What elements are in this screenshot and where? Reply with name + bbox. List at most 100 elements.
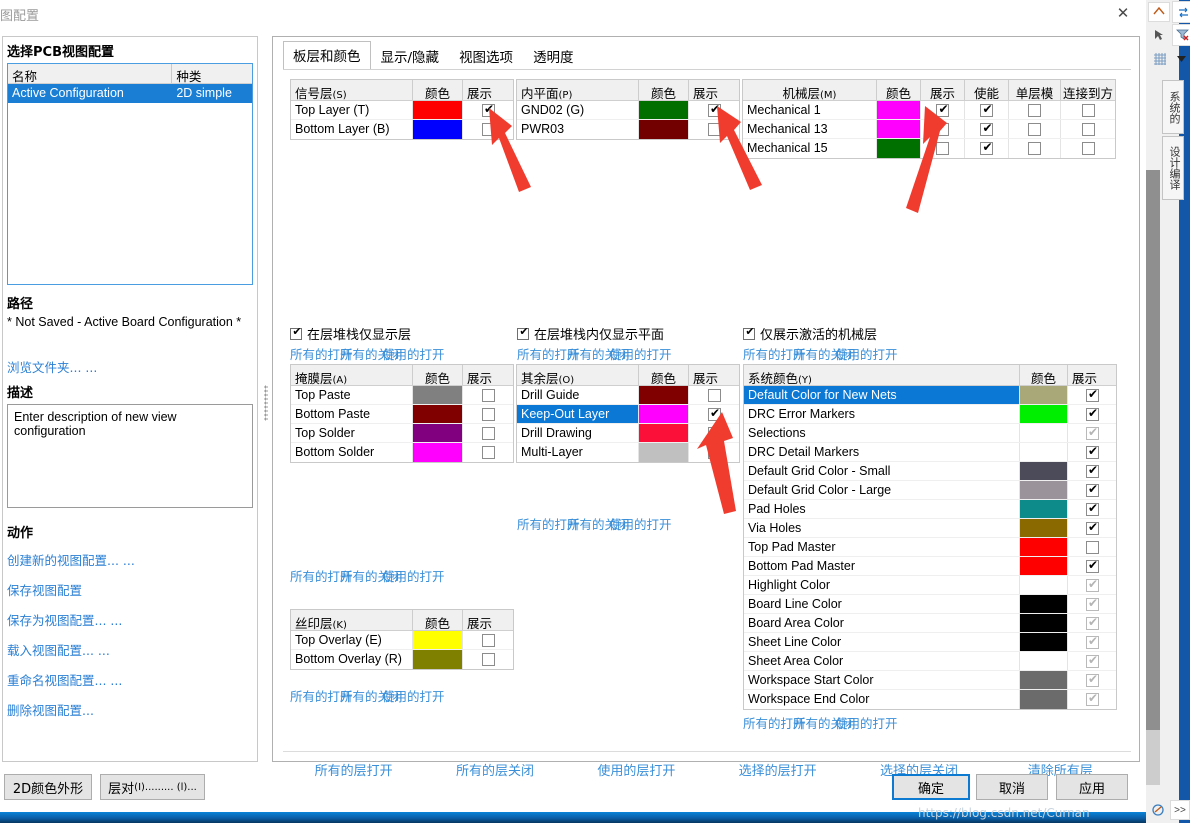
table-row[interactable]: Bottom Overlay (R): [291, 650, 513, 669]
system-color-swatch[interactable]: [1020, 519, 1068, 537]
table-row[interactable]: Bottom Pad Master: [744, 557, 1116, 576]
grid-icon[interactable]: [1148, 48, 1172, 70]
table-row[interactable]: Top Solder: [291, 424, 513, 443]
table-row[interactable]: Bottom Paste: [291, 405, 513, 424]
system-color-show-checkbox[interactable]: [1068, 576, 1116, 594]
system-color-show-checkbox[interactable]: [1068, 633, 1116, 651]
config-row-active[interactable]: Active Configuration 2D simple: [8, 84, 252, 103]
table-row[interactable]: Mechanical 1: [743, 101, 1115, 120]
apply-button[interactable]: 应用: [1056, 774, 1128, 800]
layer-single-layer-checkbox[interactable]: [1009, 120, 1061, 138]
taskbar-icon-more[interactable]: >>: [1170, 800, 1190, 820]
table-row[interactable]: Selections: [744, 424, 1116, 443]
cancel-button[interactable]: 取消: [976, 774, 1048, 800]
layer-color-swatch[interactable]: [877, 101, 921, 119]
layer-connect-checkbox[interactable]: [1061, 120, 1115, 138]
layer-pair-button[interactable]: 层对 (I)......... (l)...: [100, 774, 205, 800]
table-row[interactable]: Pad Holes: [744, 500, 1116, 519]
layer-show-checkbox[interactable]: [689, 101, 739, 119]
link-used-on[interactable]: 使用的打开: [382, 566, 445, 585]
layer-color-swatch[interactable]: [877, 120, 921, 138]
layer-show-checkbox[interactable]: [689, 424, 739, 442]
description-input[interactable]: Enter description of new view configurat…: [7, 404, 253, 508]
close-icon[interactable]: ✕: [1106, 2, 1140, 26]
system-color-swatch[interactable]: [1020, 614, 1068, 632]
table-row[interactable]: Workspace End Color: [744, 690, 1116, 709]
layer-color-swatch[interactable]: [639, 443, 689, 462]
system-color-show-checkbox[interactable]: [1068, 690, 1116, 709]
link-used-on[interactable]: 使用的打开: [609, 514, 672, 533]
layer-enable-checkbox[interactable]: [965, 139, 1009, 158]
option-stack-planes-only[interactable]: 在层堆栈内仅显示平面: [517, 324, 664, 343]
layer-show-checkbox[interactable]: [921, 101, 965, 119]
ok-button[interactable]: 确定: [892, 774, 970, 800]
layer-color-swatch[interactable]: [639, 424, 689, 442]
system-color-swatch[interactable]: [1020, 462, 1068, 480]
layer-color-swatch[interactable]: [639, 120, 689, 139]
table-row[interactable]: Sheet Area Color: [744, 652, 1116, 671]
system-color-show-checkbox[interactable]: [1068, 519, 1116, 537]
dock-scrollbar[interactable]: [1146, 170, 1160, 785]
layer-color-swatch[interactable]: [413, 405, 463, 423]
layer-show-checkbox[interactable]: [463, 443, 513, 462]
system-color-show-checkbox[interactable]: [1068, 652, 1116, 670]
table-row[interactable]: Keep-Out Layer: [517, 405, 739, 424]
system-color-swatch[interactable]: [1020, 595, 1068, 613]
system-color-show-checkbox[interactable]: [1068, 538, 1116, 556]
layer-show-checkbox[interactable]: [463, 120, 513, 139]
table-row[interactable]: Top Layer (T): [291, 101, 513, 120]
table-row[interactable]: GND02 (G): [517, 101, 739, 120]
layer-color-swatch[interactable]: [413, 631, 463, 649]
layer-connect-checkbox[interactable]: [1061, 139, 1115, 158]
action-create-new-view-config[interactable]: 创建新的视图配置... ...: [7, 544, 257, 574]
vertical-tab-system[interactable]: 系统的: [1162, 80, 1184, 134]
system-color-show-checkbox[interactable]: [1068, 405, 1116, 423]
table-row[interactable]: Drill Guide: [517, 386, 739, 405]
tab-transparency[interactable]: 透明度: [523, 42, 584, 70]
system-color-show-checkbox[interactable]: [1068, 595, 1116, 613]
system-color-show-checkbox[interactable]: [1068, 462, 1116, 480]
system-color-show-checkbox[interactable]: [1068, 557, 1116, 575]
table-row[interactable]: Via Holes: [744, 519, 1116, 538]
system-color-swatch[interactable]: [1020, 500, 1068, 518]
table-row[interactable]: Bottom Solder: [291, 443, 513, 462]
layer-show-checkbox[interactable]: [689, 120, 739, 139]
toolbar-icon-a[interactable]: [1148, 2, 1170, 22]
system-color-show-checkbox[interactable]: [1068, 500, 1116, 518]
system-color-swatch[interactable]: [1020, 538, 1068, 556]
layer-color-swatch[interactable]: [413, 650, 463, 669]
layer-single-layer-checkbox[interactable]: [1009, 139, 1061, 158]
system-color-show-checkbox[interactable]: [1068, 386, 1116, 404]
layer-color-swatch[interactable]: [639, 386, 689, 404]
layer-show-checkbox[interactable]: [463, 405, 513, 423]
table-row[interactable]: Bottom Layer (B): [291, 120, 513, 139]
tab-show-hide[interactable]: 显示/隐藏: [371, 42, 450, 70]
system-color-show-checkbox[interactable]: [1068, 671, 1116, 689]
system-color-swatch[interactable]: [1020, 557, 1068, 575]
link-selected-layers-on[interactable]: 选择的层打开: [707, 760, 848, 779]
layer-show-checkbox[interactable]: [689, 443, 739, 462]
layer-color-swatch[interactable]: [413, 101, 463, 119]
table-row[interactable]: DRC Detail Markers: [744, 443, 1116, 462]
system-color-show-checkbox[interactable]: [1068, 614, 1116, 632]
link-used-on[interactable]: 使用的打开: [835, 713, 898, 732]
layer-color-swatch[interactable]: [413, 443, 463, 462]
layer-show-checkbox[interactable]: [921, 139, 965, 158]
layer-show-checkbox[interactable]: [463, 101, 513, 119]
system-color-show-checkbox[interactable]: [1068, 443, 1116, 461]
layer-single-layer-checkbox[interactable]: [1009, 101, 1061, 119]
link-used-on[interactable]: 使用的打开: [382, 686, 445, 705]
system-color-swatch[interactable]: [1020, 443, 1068, 461]
action-load-view-config[interactable]: 载入视图配置... ...: [7, 634, 257, 664]
table-row[interactable]: DRC Error Markers: [744, 405, 1116, 424]
table-row[interactable]: Top Pad Master: [744, 538, 1116, 557]
layer-connect-checkbox[interactable]: [1061, 101, 1115, 119]
tab-board-layers-colors[interactable]: 板层和颜色: [283, 41, 371, 70]
system-color-show-checkbox[interactable]: [1068, 424, 1116, 442]
system-color-swatch[interactable]: [1020, 424, 1068, 442]
table-row[interactable]: Board Line Color: [744, 595, 1116, 614]
action-save-as-view-config[interactable]: 保存为视图配置... ...: [7, 604, 257, 634]
option-active-mechanical-only[interactable]: 仅展示激活的机械层: [743, 324, 877, 343]
layer-show-checkbox[interactable]: [463, 650, 513, 669]
layer-show-checkbox[interactable]: [463, 424, 513, 442]
